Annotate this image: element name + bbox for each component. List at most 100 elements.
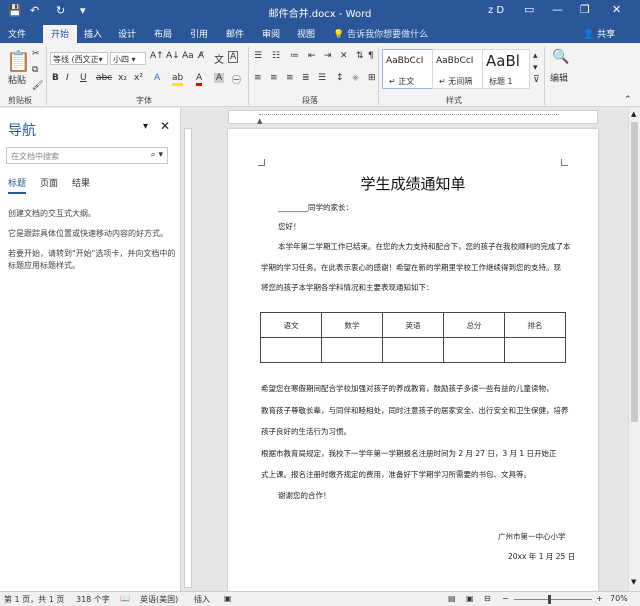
tell-me-box[interactable]: 💡 告诉我你想要做什么 bbox=[333, 27, 428, 40]
language-indicator[interactable]: 英语(美国) bbox=[140, 594, 178, 605]
superscript-icon[interactable]: x² bbox=[134, 73, 143, 83]
tab-references[interactable]: 引用 bbox=[190, 27, 208, 40]
grow-font-icon[interactable]: A↑ bbox=[150, 51, 164, 61]
font-name-combo[interactable]: 等线 (西文正▾ bbox=[50, 52, 108, 65]
align-center-icon[interactable]: ≡ bbox=[270, 73, 278, 83]
table-cell[interactable] bbox=[260, 337, 322, 363]
tab-design[interactable]: 设计 bbox=[118, 27, 136, 40]
text-effects-icon[interactable]: A bbox=[154, 73, 160, 83]
char-border-icon[interactable]: A bbox=[228, 51, 239, 63]
align-left-icon[interactable]: ≡ bbox=[254, 73, 262, 83]
copy-icon[interactable]: ⧉ bbox=[32, 65, 38, 75]
bullets-icon[interactable]: ☰ bbox=[254, 51, 262, 61]
line-spacing-icon[interactable]: ↕ bbox=[336, 73, 344, 83]
tab-home[interactable]: 开始 bbox=[43, 25, 78, 43]
align-right-icon[interactable]: ≡ bbox=[286, 73, 294, 83]
change-case-icon[interactable]: Aa bbox=[182, 51, 194, 61]
proofing-icon[interactable]: 📖 bbox=[120, 594, 130, 603]
table-header-cell[interactable]: 数学 bbox=[321, 312, 383, 338]
word-count[interactable]: 318 个字 bbox=[76, 594, 110, 605]
style-normal[interactable]: AaBbCcI ↵ 正文 bbox=[382, 49, 434, 89]
increase-indent-icon[interactable]: ⇥ bbox=[324, 51, 332, 61]
multilevel-list-icon[interactable]: ≔ bbox=[290, 51, 299, 61]
numbering-icon[interactable]: ☷ bbox=[272, 51, 280, 61]
tab-review[interactable]: 审阅 bbox=[262, 27, 280, 40]
strikethrough-icon[interactable]: abc bbox=[96, 73, 112, 83]
underline-icon[interactable]: U bbox=[80, 73, 87, 83]
tab-view[interactable]: 视图 bbox=[297, 27, 315, 40]
page-count[interactable]: 第 1 页，共 1 页 bbox=[4, 594, 64, 605]
decrease-indent-icon[interactable]: ⇤ bbox=[308, 51, 316, 61]
paste-button[interactable]: 粘贴 bbox=[8, 73, 26, 86]
zoom-out-icon[interactable]: − bbox=[502, 594, 509, 603]
tab-layout[interactable]: 布局 bbox=[154, 27, 172, 40]
nav-options-icon[interactable]: ▾ bbox=[143, 121, 148, 132]
insert-mode[interactable]: 插入 bbox=[194, 594, 210, 605]
sort-icon[interactable]: ⇅ bbox=[356, 51, 364, 61]
styles-scroll-down-icon[interactable]: ▾ bbox=[533, 63, 538, 73]
shrink-font-icon[interactable]: A↓ bbox=[166, 51, 180, 61]
tab-insert[interactable]: 插入 bbox=[84, 27, 102, 40]
enclose-char-icon[interactable]: ㊀ bbox=[232, 73, 241, 86]
phonetic-icon[interactable]: 文 bbox=[214, 51, 224, 66]
horizontal-ruler[interactable]: ▲ bbox=[228, 110, 598, 125]
table-header-cell[interactable]: 英语 bbox=[382, 312, 444, 338]
find-icon[interactable]: 🔍 bbox=[552, 49, 569, 65]
user-name[interactable]: z D bbox=[488, 5, 504, 16]
nav-tab-headings[interactable]: 标题 bbox=[8, 176, 27, 194]
shading-icon[interactable]: ◈ bbox=[352, 73, 359, 83]
show-marks-icon[interactable]: ¶ bbox=[368, 51, 374, 61]
share-button[interactable]: 👤 共享 bbox=[583, 27, 615, 40]
scroll-down-icon[interactable]: ▼ bbox=[631, 578, 636, 586]
style-no-spacing[interactable]: AaBbCcI ↵ 无间隔 bbox=[432, 49, 484, 89]
table-cell[interactable] bbox=[382, 337, 444, 363]
highlight-icon[interactable]: ab bbox=[172, 73, 184, 86]
clipboard-icon[interactable]: 📋 bbox=[6, 49, 31, 73]
search-icon[interactable]: ⌕ ▾ bbox=[151, 150, 163, 160]
clear-format-icon[interactable]: A̸ bbox=[198, 51, 204, 61]
cut-icon[interactable]: ✂ bbox=[32, 49, 40, 59]
table-header-cell[interactable]: 总分 bbox=[443, 312, 505, 338]
font-size-combo[interactable]: 小四 ▾ bbox=[110, 52, 146, 65]
minimize-icon[interactable]: — bbox=[552, 3, 563, 16]
bold-icon[interactable]: B bbox=[52, 73, 59, 83]
restore-icon[interactable]: ❐ bbox=[580, 3, 590, 16]
grades-table[interactable]: 语文 数学 英语 总分 排名 bbox=[260, 312, 566, 363]
table-cell[interactable] bbox=[504, 337, 566, 363]
scroll-up-icon[interactable]: ▲ bbox=[631, 110, 636, 118]
print-layout-icon[interactable]: ▣ bbox=[466, 594, 474, 603]
format-painter-icon[interactable]: 🖌 bbox=[32, 81, 43, 91]
italic-icon[interactable]: I bbox=[66, 73, 69, 83]
vertical-ruler[interactable] bbox=[181, 108, 195, 591]
font-color-icon[interactable]: A bbox=[196, 73, 203, 86]
table-header-cell[interactable]: 语文 bbox=[260, 312, 322, 338]
nav-close-icon[interactable]: ✕ bbox=[160, 119, 170, 133]
styles-scroll-up-icon[interactable]: ▴ bbox=[533, 51, 538, 61]
table-cell[interactable] bbox=[321, 337, 383, 363]
read-mode-icon[interactable]: ▤ bbox=[448, 594, 456, 603]
nav-search-input[interactable]: 在文档中搜索 ⌕ ▾ bbox=[6, 147, 168, 164]
web-layout-icon[interactable]: ⊟ bbox=[484, 594, 491, 603]
zoom-slider-thumb[interactable] bbox=[548, 595, 551, 604]
table-cell[interactable] bbox=[443, 337, 505, 363]
editing-button[interactable]: 编辑 bbox=[550, 71, 568, 84]
ribbon-options-icon[interactable]: ▭ bbox=[524, 3, 534, 16]
borders-icon[interactable]: ⊞ bbox=[368, 73, 376, 83]
chinese-layout-icon[interactable]: ✕ bbox=[340, 51, 348, 61]
zoom-level[interactable]: 70% bbox=[610, 594, 628, 603]
nav-tab-pages[interactable]: 页面 bbox=[40, 176, 58, 189]
styles-more-icon[interactable]: ⊽ bbox=[533, 75, 540, 85]
macro-icon[interactable]: ▣ bbox=[224, 594, 232, 603]
distributed-icon[interactable]: ☰ bbox=[318, 73, 326, 83]
vertical-scrollbar[interactable]: ▲ ▼ bbox=[628, 108, 640, 591]
char-shading-icon[interactable]: A bbox=[214, 73, 225, 83]
close-icon[interactable]: ✕ bbox=[612, 3, 621, 16]
scroll-thumb[interactable] bbox=[631, 122, 638, 422]
document-page[interactable]: 学生成绩通知单 ________同学的家长： 您好！ 本学年第二学期工作已结束。… bbox=[228, 129, 598, 591]
subscript-icon[interactable]: x₂ bbox=[118, 73, 127, 83]
indent-marker-icon[interactable]: ▲ bbox=[257, 117, 262, 125]
zoom-in-icon[interactable]: + bbox=[596, 594, 603, 603]
tab-file[interactable]: 文件 bbox=[8, 27, 26, 40]
style-heading-1[interactable]: AaBl 标题 1 bbox=[482, 49, 530, 89]
table-header-cell[interactable]: 排名 bbox=[504, 312, 566, 338]
